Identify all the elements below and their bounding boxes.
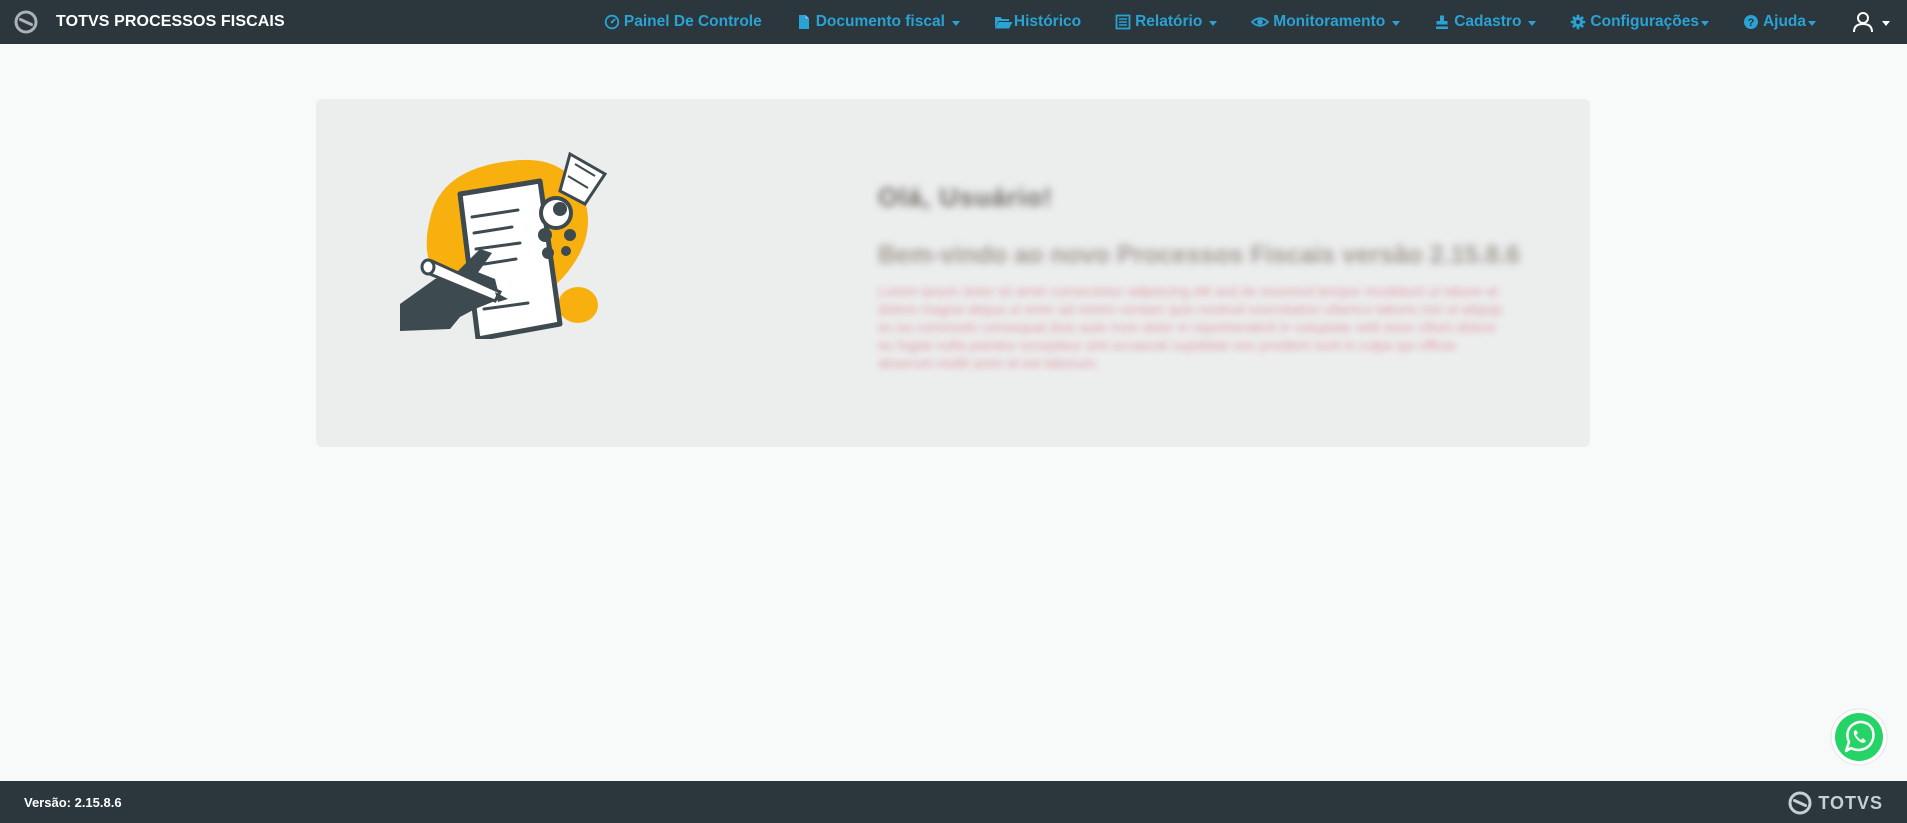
footer-brand: TOTVS [1788,790,1883,816]
totvs-logo-icon [1788,791,1812,815]
nav-cadastro[interactable]: Cadastro [1434,0,1537,44]
welcome-text: Olá, Usuário! Bem-vindo ao novo Processo… [878,182,1528,372]
gear-icon [1571,14,1586,30]
chevron-down-icon [1209,20,1218,26]
user-menu[interactable] [1852,0,1890,44]
list-icon [1115,14,1131,30]
file-icon [798,15,809,29]
nav-label: Relatório [1135,13,1203,30]
totvs-logo-icon [14,10,38,34]
top-navbar: TOTVS PROCESSOS FISCAIS Painel De Contro… [0,0,1907,44]
nav-label: Monitoramento [1273,13,1386,30]
nav-label: Painel De Controle [623,13,762,30]
footer-brand-name: TOTVS [1818,792,1883,813]
nav-configuracoes[interactable]: Configurações [1570,0,1709,44]
welcome-subtitle: Bem-vindo ao novo Processos Fiscais vers… [878,241,1520,269]
footer: Versão: 2.15.8.6 TOTVS [0,781,1907,823]
nav-relatorio[interactable]: Relatório [1115,0,1218,44]
nav-documento-fiscal[interactable]: Documento fiscal [796,0,960,44]
app-title: TOTVS PROCESSOS FISCAIS [56,13,285,30]
whatsapp-icon [1830,708,1888,766]
welcome-card: Olá, Usuário! Bem-vindo ao novo Processo… [316,99,1590,447]
user-icon [1853,12,1873,33]
folder-open-icon [994,17,1013,29]
chevron-down-icon [1808,20,1816,26]
stamp-icon [1436,15,1449,29]
chevron-down-icon [1528,20,1537,26]
nav-ajuda[interactable]: ? Ajuda [1743,0,1816,44]
brand[interactable]: TOTVS PROCESSOS FISCAIS [0,0,285,44]
chevron-down-icon [951,20,960,26]
nav-label: Ajuda [1762,13,1806,30]
chevron-down-icon [1700,20,1709,26]
main-menu: Painel De Controle Documento fiscal Hist… [604,0,1907,44]
nav-painel-de-controle[interactable]: Painel De Controle [604,0,762,44]
nav-historico[interactable]: Histórico [994,0,1081,44]
dashboard-icon [604,14,620,30]
nav-monitoramento[interactable]: Monitoramento [1251,0,1401,44]
chevron-down-icon [1392,20,1401,26]
whatsapp-button[interactable] [1829,707,1889,767]
welcome-body: Lorem ipsum dolor sit amet consectetur a… [878,283,1503,371]
chevron-down-icon [1882,20,1890,26]
document-signing-illustration [400,151,608,339]
welcome-title: Olá, Usuário! [878,182,1053,212]
nav-label: Documento fiscal [815,13,945,30]
nav-label: Cadastro [1454,13,1522,30]
version-label: Versão: 2.15.8.6 [24,795,122,810]
nav-label: Configurações [1590,13,1699,30]
nav-label: Histórico [1013,13,1082,30]
eye-icon [1251,17,1270,27]
help-circle-icon: ? [1743,15,1758,29]
svg-text:?: ? [1748,17,1755,29]
